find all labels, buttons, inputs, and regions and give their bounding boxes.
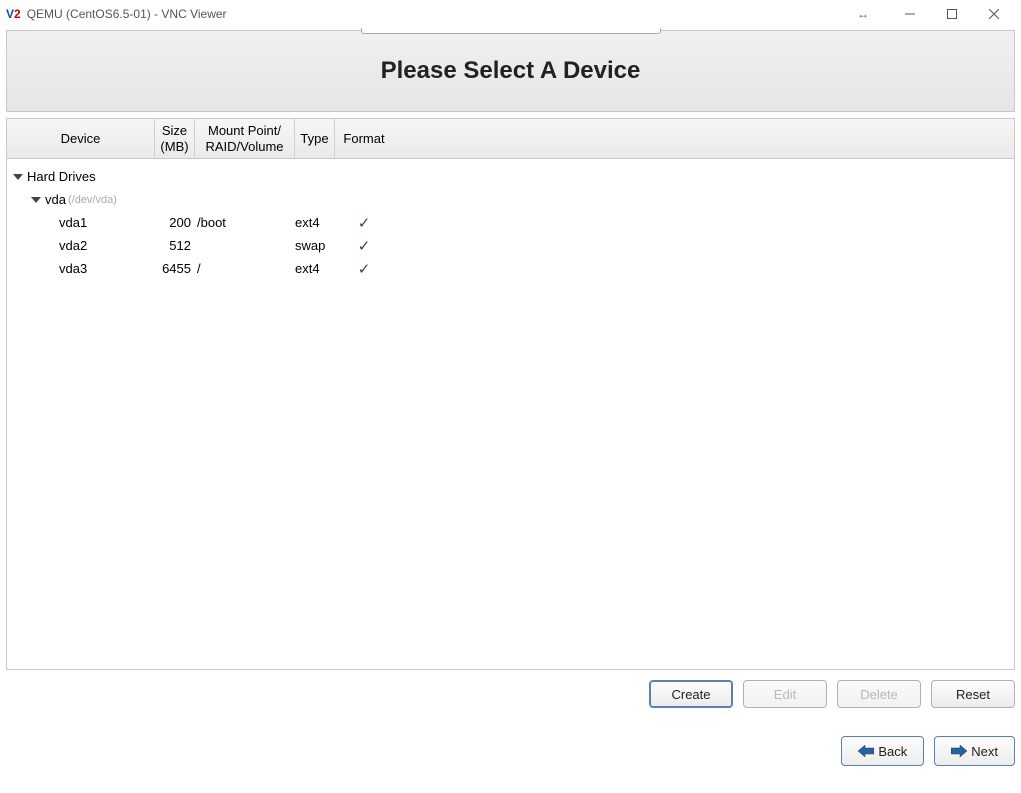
cell-mount: /boot (195, 215, 295, 230)
window-title: QEMU (CentOS6.5-01) - VNC Viewer (27, 7, 227, 21)
delete-button: Delete (837, 680, 921, 708)
check-icon: ✓ (358, 238, 371, 255)
page-header-box: Please Select A Device (6, 30, 1015, 112)
cell-format: ✓ (335, 260, 393, 278)
vnc-logo: V2 (6, 7, 21, 21)
cell-format: ✓ (335, 237, 393, 255)
chevron-down-icon[interactable] (31, 195, 41, 205)
device-path: (/dev/vda) (68, 194, 117, 206)
tree-label: Hard Drives (27, 169, 96, 184)
maximize-button[interactable] (931, 0, 973, 28)
cell-device: vda1 (7, 215, 155, 230)
cell-size: 512 (155, 238, 195, 253)
back-button[interactable]: Back (841, 736, 924, 766)
tree-node-hard-drives[interactable]: Hard Drives (7, 165, 1014, 188)
partition-row[interactable]: vda2 512 swap ✓ (7, 234, 1014, 257)
cell-format: ✓ (335, 214, 393, 232)
table-body: Hard Drives vda (/dev/vda) vda1 200 /boo… (7, 159, 1014, 669)
partition-table: Device Size (MB) Mount Point/ RAID/Volum… (6, 118, 1015, 670)
check-icon: ✓ (358, 215, 371, 232)
close-button[interactable] (973, 0, 1015, 28)
col-type[interactable]: Type (295, 119, 335, 158)
cell-mount: / (195, 261, 295, 276)
cell-device: vda2 (7, 238, 155, 253)
arrow-left-icon (858, 745, 874, 757)
cell-type: ext4 (295, 261, 335, 276)
edit-button: Edit (743, 680, 827, 708)
action-button-row: Create Edit Delete Reset (6, 680, 1015, 708)
create-button[interactable]: Create (649, 680, 733, 708)
cell-type: ext4 (295, 215, 335, 230)
col-format[interactable]: Format (335, 119, 393, 158)
table-header-row: Device Size (MB) Mount Point/ RAID/Volum… (7, 119, 1014, 159)
resize-icon[interactable]: ↔ (857, 7, 869, 21)
col-size[interactable]: Size (MB) (155, 119, 195, 158)
arrow-right-icon (951, 745, 967, 757)
reset-button[interactable]: Reset (931, 680, 1015, 708)
next-button[interactable]: Next (934, 736, 1015, 766)
collapsed-dropdown[interactable] (361, 28, 661, 34)
cell-size: 6455 (155, 261, 195, 276)
tree-label: vda (45, 192, 66, 207)
cell-type: swap (295, 238, 335, 253)
tree-node-vda[interactable]: vda (/dev/vda) (7, 188, 1014, 211)
partition-row[interactable]: vda3 6455 / ext4 ✓ (7, 257, 1014, 280)
nav-button-row: Back Next (6, 736, 1015, 766)
col-device[interactable]: Device (7, 119, 155, 158)
chevron-down-icon[interactable] (13, 172, 23, 182)
page-title: Please Select A Device (381, 57, 641, 85)
check-icon: ✓ (358, 261, 371, 278)
partition-row[interactable]: vda1 200 /boot ext4 ✓ (7, 211, 1014, 234)
cell-size: 200 (155, 215, 195, 230)
minimize-button[interactable] (889, 0, 931, 28)
titlebar: V2 QEMU (CentOS6.5-01) - VNC Viewer ↔ (0, 0, 1021, 28)
cell-device: vda3 (7, 261, 155, 276)
col-mount[interactable]: Mount Point/ RAID/Volume (195, 119, 295, 158)
